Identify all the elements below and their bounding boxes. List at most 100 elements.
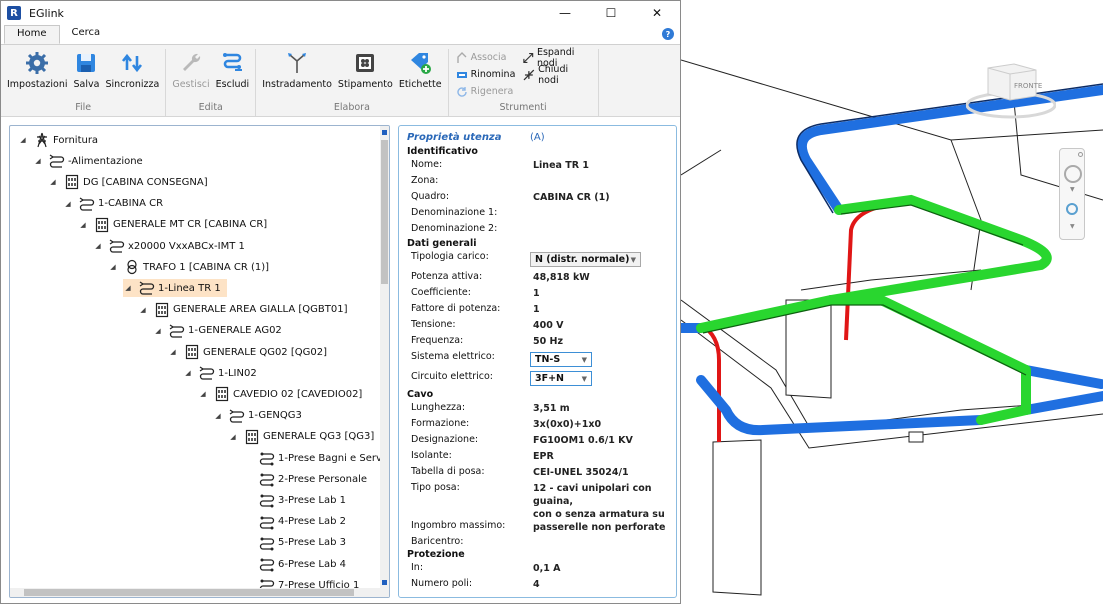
tree-node[interactable]: ◢ x20000 VxxABCx-IMT 1 [93,237,245,255]
tree-hscroll-thumb[interactable] [24,589,354,596]
tab-cerca[interactable]: Cerca [60,25,113,44]
tree-node-label: 5-Prese Lab 3 [278,537,346,549]
expand-arrow-icon[interactable]: ◢ [168,348,178,356]
rigenera-button[interactable]: Rigenera [456,83,516,100]
value-lunghezza[interactable]: 3,51 m [533,402,570,415]
zoom-icon[interactable] [1066,203,1078,215]
tree-node[interactable]: ◢ GENERALE QG3 [QG3] [228,428,374,446]
sincronizza-button[interactable]: Sincronizza [102,49,162,102]
tree-vscroll-thumb[interactable] [381,140,388,284]
steering-wheel-icon[interactable] [1064,165,1082,183]
tree-node[interactable]: ◢ 1-GENERALE AG02 [153,322,282,340]
panel-icon [154,302,173,318]
tree-horizontal-scrollbar[interactable] [10,588,389,597]
value-fattore-potenza[interactable]: 1 [533,303,540,316]
value-potenza-attiva[interactable]: 48,818 kW [533,271,590,284]
tree-node[interactable]: ◢ 1-CABINA CR [63,195,163,213]
value-tensione[interactable]: 400 V [533,319,564,332]
instradamento-button[interactable]: Instradamento [259,49,335,102]
maximize-button[interactable]: ☐ [588,1,634,25]
zoom-dropdown-icon[interactable]: ▼ [1070,223,1075,230]
expand-arrow-icon[interactable]: ◢ [18,136,28,144]
expand-arrow-icon[interactable]: ◢ [48,178,58,186]
associa-button[interactable]: Associa [456,49,516,66]
rinomina-button[interactable]: Rinomina [456,66,515,83]
app-icon: R [7,6,21,20]
chiudi-nodi-button[interactable]: Chiudi nodi [523,64,590,86]
tree-node[interactable]: 3-Prese Lab 1 [243,491,346,509]
value-nome[interactable]: Linea TR 1 [533,159,589,172]
circuito-elettrico-select[interactable]: 3F+N ▼ [530,371,592,386]
value-isolante[interactable]: EPR [533,450,554,463]
etichette-button[interactable]: Etichette [396,49,445,102]
value-tipo-posa[interactable]: 12 - cavi unipolari con guaina, con o se… [533,482,676,534]
tree-node[interactable]: 6-Prese Lab 4 [243,555,346,573]
expand-arrow-icon[interactable]: ◢ [33,157,43,165]
tree-node[interactable]: ◢ GENERALE MT CR [CABINA CR] [78,216,267,234]
tree-node-label: x20000 VxxABCx-IMT 1 [128,240,245,252]
tab-home[interactable]: Home [4,25,60,44]
tipo-posa-line-3: passerelle non perforate [533,522,666,533]
expand-arrow-icon[interactable]: ◢ [153,327,163,335]
tree-node-label: 3-Prese Lab 1 [278,494,346,506]
value-quadro[interactable]: CABINA CR (1) [533,191,610,204]
expand-arrow-icon[interactable]: ◢ [78,221,88,229]
value-numero-poli[interactable]: 4 [533,578,540,591]
nav-close-icon[interactable] [1078,152,1083,157]
network-tree[interactable]: ◢ Fornitura ◢ -Alimentazione ◢ DG [CABINA CON… [9,125,390,598]
escludi-button[interactable]: Escludi [213,49,253,102]
tree-node-label: 6-Prese Lab 4 [278,558,346,570]
tree-node[interactable]: ◢ 1-GENQG3 [213,407,302,425]
nav-dropdown-icon[interactable]: ▼ [1070,186,1075,193]
tipologia-carico-select[interactable]: N (distr. normale) ▼ [530,252,641,267]
expand-arrow-icon[interactable]: ◢ [123,284,133,292]
viewcube[interactable]: FRONTE [965,60,1057,120]
tree-node[interactable]: ◢ GENERALE QG02 [QG02] [168,343,327,361]
tree-vertical-scrollbar[interactable] [380,126,389,597]
label-isolante: Isolante: [411,450,452,461]
tree-node-label: Fornitura [53,134,99,146]
expand-arrow-icon[interactable]: ◢ [228,433,238,441]
expand-arrow-icon[interactable]: ◢ [108,263,118,271]
expand-arrow-icon[interactable]: ◢ [63,200,73,208]
scroll-down-icon[interactable] [382,580,387,585]
value-in[interactable]: 0,1 A [533,562,561,575]
tree-node[interactable]: ◢ GENERALE AREA GIALLA [QGBT01] [138,301,348,319]
ribbon: Impostazioni Salva Sincronizza File Gest… [1,45,680,117]
salva-label: Salva [73,79,100,90]
value-tabella-posa[interactable]: CEI-UNEL 35024/1 [533,466,629,479]
circuit-icon [259,514,278,530]
tree-node[interactable]: 5-Prese Lab 3 [243,534,346,552]
value-formazione[interactable]: 3x(0x0)+1x0 [533,418,601,431]
3d-model-view[interactable]: FRONTE ▼ ▼ [676,0,1103,604]
routing-icon [288,53,307,73]
tree-node[interactable]: 4-Prese Lab 2 [243,513,346,531]
tree-node[interactable]: ◢ -Alimentazione [33,152,143,170]
expand-arrow-icon[interactable]: ◢ [138,306,148,314]
value-coefficiente[interactable]: 1 [533,287,540,300]
impostazioni-button[interactable]: Impostazioni [4,49,71,102]
expand-arrow-icon[interactable]: ◢ [183,369,193,377]
tree-node[interactable]: 1-Prese Bagni e Servizi [243,449,389,467]
help-icon[interactable]: ? [662,28,674,40]
close-button[interactable]: ✕ [634,1,680,25]
expand-arrow-icon[interactable]: ◢ [198,390,208,398]
minimize-button[interactable]: — [542,1,588,25]
tree-node[interactable]: ◢ CAVEDIO 02 [CAVEDIO02] [198,385,362,403]
gestisci-button[interactable]: Gestisci [169,49,212,102]
tree-node[interactable]: 2-Prese Personale [243,470,367,488]
tree-node[interactable]: ◢ TRAFO 1 [CABINA CR (1)] [108,258,269,276]
scroll-up-icon[interactable] [382,130,387,135]
stipamento-button[interactable]: Stipamento [335,49,396,102]
tree-node[interactable]: ◢ DG [CABINA CONSEGNA] [48,173,208,191]
salva-button[interactable]: Salva [71,49,103,102]
expand-arrow-icon[interactable]: ◢ [93,242,103,250]
tree-node[interactable]: ◢ 1-LIN02 [183,364,257,382]
navigation-bar[interactable]: ▼ ▼ [1059,148,1085,240]
expand-arrow-icon[interactable]: ◢ [213,412,223,420]
tree-node[interactable]: ◢ 1-Linea TR 1 [123,279,227,298]
value-designazione[interactable]: FG10OM1 0.6/1 KV [533,434,633,447]
tree-node[interactable]: ◢ Fornitura [18,131,98,149]
sistema-elettrico-select[interactable]: TN-S ▼ [530,352,592,367]
value-frequenza[interactable]: 50 Hz [533,335,563,348]
